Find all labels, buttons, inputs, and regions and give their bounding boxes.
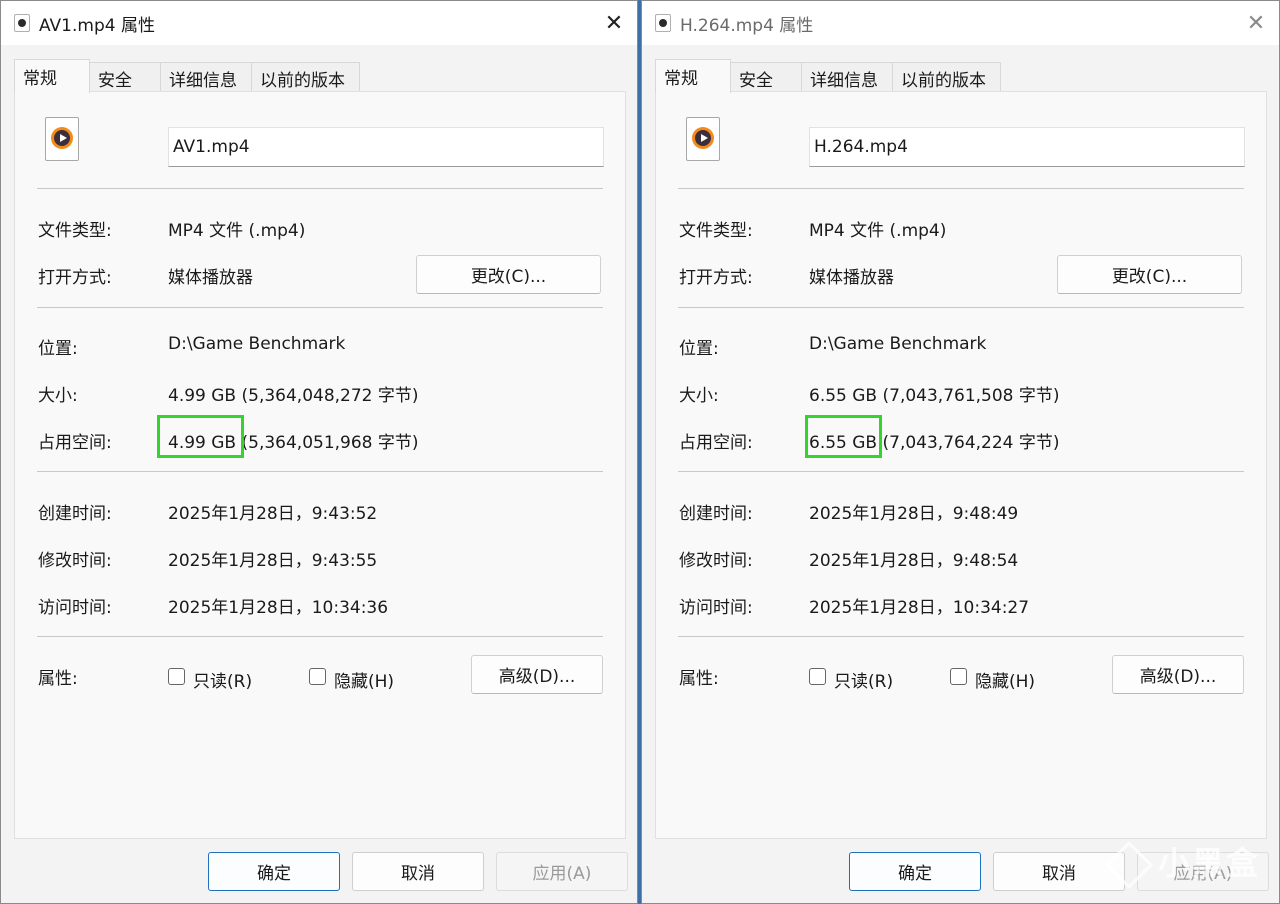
size-on-disk-label: 占用空间: xyxy=(679,433,753,453)
attributes-label: 属性: xyxy=(679,669,719,689)
filename-field[interactable] xyxy=(809,127,1245,167)
filename-field[interactable] xyxy=(168,127,604,167)
size-value: 6.55 GB (7,043,761,508 字节) xyxy=(809,386,1060,406)
hidden-label[interactable]: 隐藏(H) xyxy=(334,667,394,692)
accessed-value: 2025年1月28日，10:34:36 xyxy=(168,598,389,618)
ok-button[interactable]: 确定 xyxy=(208,852,340,891)
attributes-label: 属性: xyxy=(38,669,78,689)
video-file-icon xyxy=(14,14,30,32)
tab-general[interactable]: 常规 xyxy=(14,59,90,93)
properties-dialog-av1: AV1.mp4 属性 ✕ 常规 安全 详细信息 以前的版本 文件类型: MP4 … xyxy=(0,0,638,904)
readonly-checkbox[interactable] xyxy=(168,668,185,685)
cancel-button[interactable]: 取消 xyxy=(993,852,1125,891)
readonly-label[interactable]: 只读(R) xyxy=(193,667,252,692)
size-label: 大小: xyxy=(38,386,78,406)
advanced-button[interactable]: 高级(D)... xyxy=(1112,655,1244,694)
change-button[interactable]: 更改(C)... xyxy=(416,255,601,294)
divider xyxy=(678,307,1244,308)
close-icon[interactable]: ✕ xyxy=(591,1,637,45)
tab-security[interactable]: 安全 xyxy=(730,62,802,91)
divider xyxy=(678,636,1244,637)
cancel-button[interactable]: 取消 xyxy=(352,852,484,891)
divider xyxy=(37,471,603,472)
created-value: 2025年1月28日，9:48:49 xyxy=(809,504,1019,524)
hidden-checkbox[interactable] xyxy=(950,668,967,685)
divider xyxy=(37,307,603,308)
open-with-value: 媒体播放器 xyxy=(168,268,253,288)
media-file-icon xyxy=(45,117,79,161)
title-bar: H.264.mp4 属性 ✕ xyxy=(642,1,1279,45)
file-type-value: MP4 文件 (.mp4) xyxy=(809,221,947,241)
file-type-label: 文件类型: xyxy=(38,221,112,241)
open-with-label: 打开方式: xyxy=(679,268,753,288)
general-panel: 文件类型: MP4 文件 (.mp4) 打开方式: 媒体播放器 更改(C)...… xyxy=(655,91,1267,839)
open-with-value: 媒体播放器 xyxy=(809,268,894,288)
title-bar: AV1.mp4 属性 ✕ xyxy=(1,1,637,45)
size-on-disk-bytes: (5,364,051,968 字节) xyxy=(241,433,419,453)
tab-details[interactable]: 详细信息 xyxy=(160,62,252,91)
location-label: 位置: xyxy=(38,339,78,359)
created-label: 创建时间: xyxy=(679,504,753,524)
divider xyxy=(37,188,603,189)
file-type-label: 文件类型: xyxy=(679,221,753,241)
file-type-value: MP4 文件 (.mp4) xyxy=(168,221,306,241)
location-value: D:\Game Benchmark xyxy=(168,334,346,354)
general-panel: 文件类型: MP4 文件 (.mp4) 打开方式: 媒体播放器 更改(C)...… xyxy=(14,91,626,839)
properties-dialog-h264: H.264.mp4 属性 ✕ 常规 安全 详细信息 以前的版本 文件类型: MP… xyxy=(641,0,1280,904)
location-label: 位置: xyxy=(679,339,719,359)
hidden-checkbox[interactable] xyxy=(309,668,326,685)
dialog-title: AV1.mp4 属性 xyxy=(39,16,155,36)
location-value: D:\Game Benchmark xyxy=(809,334,987,354)
modified-value: 2025年1月28日，9:48:54 xyxy=(809,551,1019,571)
size-on-disk-label: 占用空间: xyxy=(38,433,112,453)
highlight-box xyxy=(157,415,244,458)
size-on-disk-bytes: (7,043,764,224 字节) xyxy=(882,433,1060,453)
heybox-logo-icon xyxy=(1104,840,1154,890)
apply-button[interactable]: 应用(A) xyxy=(496,852,628,891)
tab-security[interactable]: 安全 xyxy=(89,62,161,91)
open-with-label: 打开方式: xyxy=(38,268,112,288)
change-button[interactable]: 更改(C)... xyxy=(1057,255,1242,294)
advanced-button[interactable]: 高级(D)... xyxy=(471,655,603,694)
divider xyxy=(37,636,603,637)
ok-button[interactable]: 确定 xyxy=(849,852,981,891)
tab-previous-versions[interactable]: 以前的版本 xyxy=(251,62,360,91)
size-label: 大小: xyxy=(679,386,719,406)
readonly-checkbox[interactable] xyxy=(809,668,826,685)
divider xyxy=(678,188,1244,189)
size-value: 4.99 GB (5,364,048,272 字节) xyxy=(168,386,419,406)
video-file-icon xyxy=(655,14,671,32)
hidden-label[interactable]: 隐藏(H) xyxy=(975,667,1035,692)
created-value: 2025年1月28日，9:43:52 xyxy=(168,504,378,524)
accessed-label: 访问时间: xyxy=(679,598,753,618)
watermark-text: 小黑盒 xyxy=(1157,844,1260,882)
modified-value: 2025年1月28日，9:43:55 xyxy=(168,551,378,571)
tab-general[interactable]: 常规 xyxy=(655,59,731,93)
accessed-label: 访问时间: xyxy=(38,598,112,618)
tab-details[interactable]: 详细信息 xyxy=(801,62,893,91)
divider xyxy=(678,471,1244,472)
watermark: 小黑盒 xyxy=(1104,838,1260,890)
created-label: 创建时间: xyxy=(38,504,112,524)
dialog-title: H.264.mp4 属性 xyxy=(680,16,814,36)
media-file-icon xyxy=(686,117,720,161)
close-icon[interactable]: ✕ xyxy=(1233,1,1279,45)
readonly-label[interactable]: 只读(R) xyxy=(834,667,893,692)
highlight-box xyxy=(805,415,882,458)
accessed-value: 2025年1月28日，10:34:27 xyxy=(809,598,1030,618)
modified-label: 修改时间: xyxy=(38,551,112,571)
modified-label: 修改时间: xyxy=(679,551,753,571)
tab-previous-versions[interactable]: 以前的版本 xyxy=(892,62,1001,91)
